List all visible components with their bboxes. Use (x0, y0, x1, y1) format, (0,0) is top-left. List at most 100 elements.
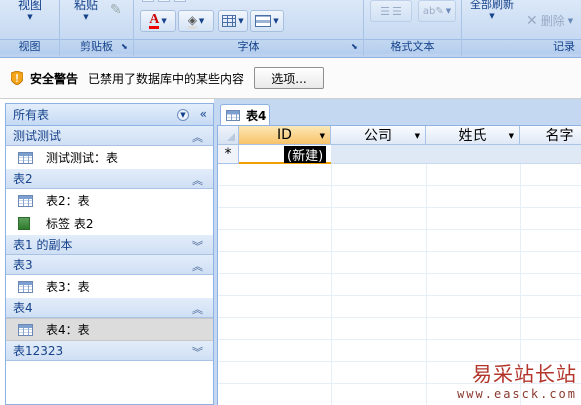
nav-group-title: 表1 的副本 (13, 238, 73, 252)
highlight-icon: ab✎ (422, 5, 444, 17)
dialog-launcher-icon[interactable]: ⬊ (351, 43, 360, 52)
document-tab[interactable]: 表4 (220, 104, 270, 126)
table-icon (18, 323, 33, 336)
column-header-label: 姓氏 (458, 128, 487, 144)
fill-color-icon: ◈ (187, 12, 197, 29)
chevron-down-icon[interactable]: ▼ (320, 132, 325, 140)
chevron-up-icon[interactable]: ︽ (192, 258, 203, 274)
group-view-label: 视图 (0, 39, 59, 54)
gridlines-button[interactable]: ▼ (218, 10, 248, 32)
nav-item-selected[interactable]: 表4：表 (6, 318, 213, 341)
chevron-down-icon: ▼ (27, 13, 33, 21)
group-font: A ▼ ◈ ▼ ▼ ▼ 字体 ⬊ (134, 0, 364, 56)
group-view: 视图 ▼ 视图 (0, 0, 60, 56)
watermark-text: 易采站长站 (472, 362, 577, 386)
underline-icon[interactable] (174, 0, 186, 2)
italic-icon[interactable] (158, 0, 170, 2)
chevron-down-icon: ▼ (83, 13, 89, 21)
document-tab-label: 表4 (246, 109, 267, 123)
nav-item[interactable]: 测试测试：表 (6, 146, 213, 169)
chevron-down-icon: ▼ (445, 7, 452, 15)
new-record-placeholder: (新建) (284, 146, 327, 164)
refresh-all-label: 全部刷新 (470, 0, 514, 11)
group-font-label: 字体 (134, 39, 363, 54)
delete-button[interactable]: ✕ 删除 ▼ (526, 12, 573, 29)
chevron-down-icon[interactable]: ︾ (192, 238, 203, 254)
dialog-launcher-icon[interactable]: ⬊ (121, 43, 130, 52)
grid-line (426, 126, 427, 405)
table-icon (18, 151, 33, 164)
ribbon: 视图 ▼ 视图 粘贴 ▼ ✎ 剪贴板 ⬊ A ▼ ◈ ▼ ▼ ▼ 字体 ⬊ ☰ … (0, 0, 581, 58)
table-icon (226, 110, 240, 121)
chevron-up-icon[interactable]: ︽ (192, 172, 203, 188)
chevron-down-icon[interactable]: ▼ (509, 132, 514, 140)
group-rich-text: ☰ ☰ ab✎ ▼ 格式文本 (364, 0, 462, 56)
nav-menu-chevron-icon[interactable]: ▼ (177, 109, 189, 121)
shield-warning-icon (11, 71, 23, 85)
table-icon (18, 280, 33, 293)
nav-group-title: 表2 (13, 172, 33, 186)
paste-button[interactable]: 粘贴 ▼ (66, 0, 106, 21)
nav-item-label: 表2：表 (46, 194, 90, 208)
nav-group-header[interactable]: 表3 ︽ (6, 255, 213, 275)
delete-icon: ✕ (526, 12, 538, 29)
numbered-list-icon: ☰ (380, 4, 390, 18)
chevron-down-icon[interactable]: ▼ (415, 132, 420, 140)
chevron-down-icon[interactable]: ︾ (192, 344, 203, 360)
chevron-down-icon: ▼ (198, 17, 205, 25)
column-header-last-name[interactable]: 姓氏 ▼ (426, 126, 520, 145)
chevron-down-icon: ▼ (161, 17, 167, 25)
security-warning-title: 安全警告 (30, 71, 79, 86)
nav-item-label: 表3：表 (46, 280, 90, 294)
chevron-up-icon[interactable]: ︽ (192, 301, 203, 317)
security-warning-bar: 安全警告 已禁用了数据库中的某些内容 选项... (0, 58, 581, 99)
alt-fill-button[interactable]: ▼ (250, 10, 284, 32)
nav-group-title: 表3 (13, 258, 33, 272)
nav-group-header[interactable]: 表12323 ︾ (6, 341, 213, 361)
nav-pane-header[interactable]: 所有表 ▼ « (6, 104, 213, 126)
select-all-corner[interactable] (218, 126, 239, 145)
nav-item-label: 测试测试：表 (46, 151, 119, 165)
grid-line (331, 126, 332, 405)
view-button[interactable]: 视图 ▼ (0, 0, 60, 21)
nav-group-header[interactable]: 表1 的副本 ︾ (6, 235, 213, 255)
chevron-up-icon[interactable]: ︽ (192, 129, 203, 145)
nav-group-header[interactable]: 测试测试 ︽ (6, 126, 213, 146)
nav-item[interactable]: 表2：表 (6, 189, 213, 212)
chevron-down-icon: ▼ (567, 16, 574, 25)
nav-group-header[interactable]: 表2 ︽ (6, 169, 213, 189)
options-button[interactable]: 选项... (254, 67, 325, 89)
column-header-label: 公司 (364, 128, 392, 144)
shutter-collapse-icon[interactable]: « (200, 107, 207, 121)
refresh-all-button[interactable]: 全部刷新 ▼ (464, 0, 520, 20)
font-color-button[interactable]: A ▼ (140, 10, 176, 32)
nav-item[interactable]: 标签 表2 (6, 212, 213, 235)
security-warning-message: 已禁用了数据库中的某些内容 (88, 71, 245, 86)
gridlines-icon (222, 15, 237, 27)
nav-item-label: 标签 表2 (46, 217, 94, 231)
column-header-id[interactable]: ID ▼ (239, 126, 331, 145)
format-painter-icon[interactable]: ✎ (110, 2, 122, 18)
bold-icon[interactable] (142, 0, 154, 2)
nav-group-header[interactable]: 表4 ︽ (6, 298, 213, 318)
nav-group-title: 表12323 (13, 344, 64, 358)
fill-color-button[interactable]: ◈ ▼ (178, 10, 214, 32)
chevron-down-icon: ▼ (489, 12, 495, 20)
highlight-button[interactable]: ab✎ ▼ (418, 0, 456, 22)
nav-item[interactable]: 表3：表 (6, 275, 213, 298)
chevron-down-icon: ▼ (238, 17, 244, 25)
watermark: 易采站长站 www.easck.com (457, 358, 577, 401)
column-header-first-name[interactable]: 名字 (520, 126, 581, 145)
table-icon (18, 194, 33, 207)
font-style-buttons (142, 0, 202, 3)
navigation-pane: 所有表 ▼ « 测试测试 ︽ 测试测试：表 表2 ︽ 表2：表 标签 表2 表1… (5, 103, 214, 405)
nav-group-title: 表4 (13, 301, 33, 315)
list-buttons[interactable]: ☰ ☰ (370, 0, 412, 22)
bullet-list-icon: ☰ (392, 4, 402, 18)
nav-pane-title: 所有表 (13, 108, 50, 122)
column-header-label: ID (277, 127, 292, 143)
group-records-label: 记录 (462, 39, 581, 54)
column-header-company[interactable]: 公司 ▼ (331, 126, 426, 145)
nav-group-title: 测试测试 (13, 129, 62, 143)
new-row-selector[interactable]: * (218, 145, 239, 164)
